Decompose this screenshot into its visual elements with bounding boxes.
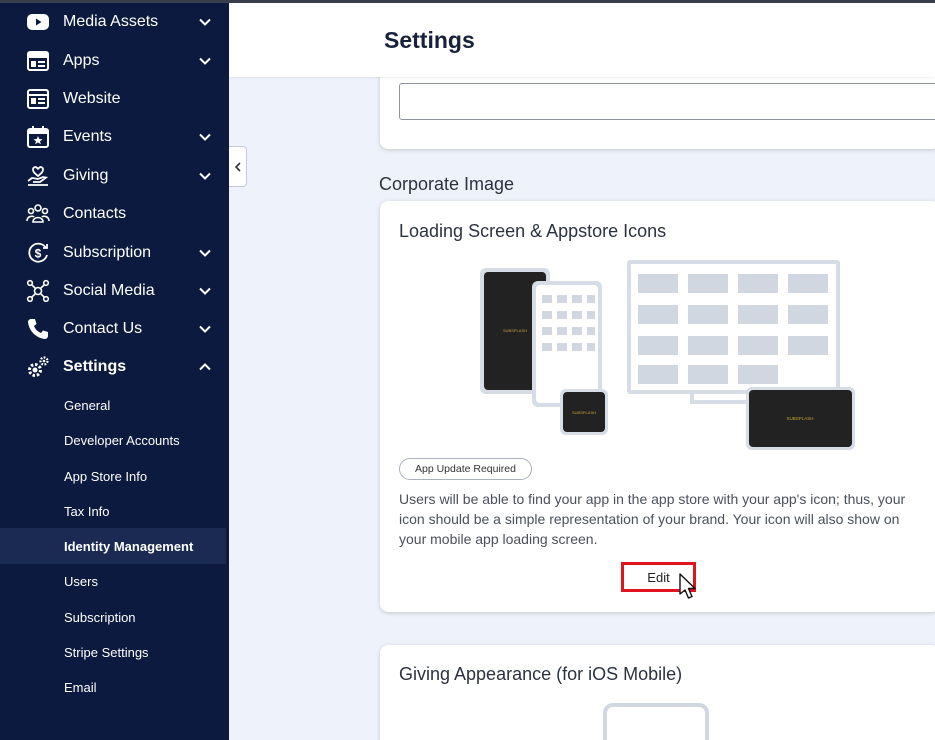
sidebar-item-label: Contacts	[63, 205, 127, 222]
subscription-dollar-icon: $	[26, 241, 50, 265]
svg-text:SUBSPLASH: SUBSPLASH	[786, 416, 813, 421]
phone-illustration	[603, 703, 709, 740]
svg-text:SUBSPLASH: SUBSPLASH	[572, 410, 596, 415]
giving-appearance-card: Giving Appearance (for iOS Mobile)	[380, 645, 935, 740]
section-title-corporate-image: Corporate Image	[379, 174, 515, 194]
card-description: Users will be able to find your app in t…	[399, 491, 906, 547]
sidebar-item-giving[interactable]: Giving	[0, 158, 229, 194]
giving-hand-icon	[26, 164, 50, 188]
page-title: Settings	[384, 27, 475, 53]
sidebar-collapse-button[interactable]	[229, 146, 247, 187]
sidebar-subitem-label: Developer Accounts	[64, 432, 180, 448]
sidebar-item-label: Giving	[63, 167, 109, 184]
sidebar-item-settings[interactable]: Settings	[0, 349, 229, 385]
calendar-star-icon	[26, 125, 50, 149]
sidebar-subitem-label: Identity Management	[64, 538, 194, 554]
page-header: Settings	[229, 3, 935, 77]
chevron-down-icon[interactable]	[198, 54, 212, 68]
sidebar-item-label: Settings	[63, 358, 127, 375]
chevron-down-icon[interactable]	[198, 284, 212, 298]
sidebar-item-label: Apps	[63, 52, 100, 69]
chevron-down-icon[interactable]	[198, 246, 212, 260]
sidebar-item-events[interactable]: Events	[0, 119, 229, 155]
sidebar-subitem-subscription[interactable]: Subscription	[0, 599, 226, 635]
chevron-up-icon[interactable]	[198, 360, 212, 374]
apps-icon	[26, 49, 50, 73]
sidebar-subitem-stripe-settings[interactable]: Stripe Settings	[0, 634, 226, 670]
sidebar-item-label: Subscription	[63, 244, 152, 261]
youtube-icon	[26, 10, 50, 34]
sidebar-subitem-label: Subscription	[64, 609, 136, 625]
device-icons-illustration: SUBSPLASH SUBSPLASH SUBSPLASH	[480, 260, 855, 450]
sidebar-item-label: Media Assets	[63, 13, 159, 30]
chevron-down-icon[interactable]	[198, 322, 212, 336]
sidebar-item-apps[interactable]: Apps	[0, 43, 229, 79]
sidebar-subitem-label: Tax Info	[64, 503, 110, 519]
sidebar-item-website[interactable]: Website	[0, 81, 229, 117]
sidebar-subitem-email[interactable]: Email	[0, 669, 226, 705]
sidebar-subitem-app-store-info[interactable]: App Store Info	[0, 458, 226, 494]
gears-icon	[26, 355, 50, 379]
sidebar-item-label: Events	[63, 128, 112, 145]
sidebar-item-contacts[interactable]: Contacts	[0, 196, 229, 232]
sidebar-item-label: Contact Us	[63, 320, 143, 337]
chevron-down-icon[interactable]	[198, 130, 212, 144]
chevron-left-icon	[234, 161, 241, 172]
sidebar-item-social-media[interactable]: Social Media	[0, 273, 229, 309]
contacts-icon	[26, 202, 50, 226]
window-top-border	[0, 0, 935, 3]
card-title: Giving Appearance (for iOS Mobile)	[399, 664, 683, 684]
sidebar-item-media-assets[interactable]: Media Assets	[0, 4, 229, 40]
sidebar-subitem-label: General	[64, 397, 111, 413]
website-icon	[26, 87, 50, 111]
text-field[interactable]	[399, 83, 935, 120]
loading-screen-card: Loading Screen & Appstore Icons SUBSPLAS…	[380, 201, 935, 612]
sidebar-subitem-label: App Store Info	[64, 468, 148, 484]
card-title: Loading Screen & Appstore Icons	[399, 221, 667, 241]
sidebar-item-subscription[interactable]: $ Subscription	[0, 235, 229, 271]
sidebar: Media Assets Apps Website Events Giving	[0, 0, 229, 740]
sidebar-subitem-label: Stripe Settings	[64, 644, 149, 660]
sidebar-subitem-users[interactable]: Users	[0, 563, 226, 599]
mouse-pointer-icon	[679, 573, 696, 599]
phone-icon	[26, 317, 50, 341]
settings-card-top	[380, 70, 935, 149]
sidebar-item-contact-us[interactable]: Contact Us	[0, 311, 229, 347]
sidebar-item-label: Social Media	[63, 282, 155, 299]
chevron-down-icon[interactable]	[198, 15, 212, 29]
svg-text:$: $	[35, 247, 42, 261]
sidebar-subitem-identity-management[interactable]: Identity Management	[0, 528, 226, 564]
svg-text:SUBSPLASH: SUBSPLASH	[503, 328, 527, 333]
sidebar-subitem-label: Email	[64, 679, 97, 695]
sidebar-subitem-developer-accounts[interactable]: Developer Accounts	[0, 422, 226, 458]
social-network-icon	[26, 279, 50, 303]
sidebar-subitem-tax-info[interactable]: Tax Info	[0, 493, 226, 529]
app-update-required-badge: App Update Required	[399, 458, 532, 480]
sidebar-subitem-label: Users	[64, 573, 98, 589]
sidebar-subitem-general[interactable]: General	[0, 387, 226, 423]
chevron-down-icon[interactable]	[198, 169, 212, 183]
sidebar-item-label: Website	[63, 90, 121, 107]
